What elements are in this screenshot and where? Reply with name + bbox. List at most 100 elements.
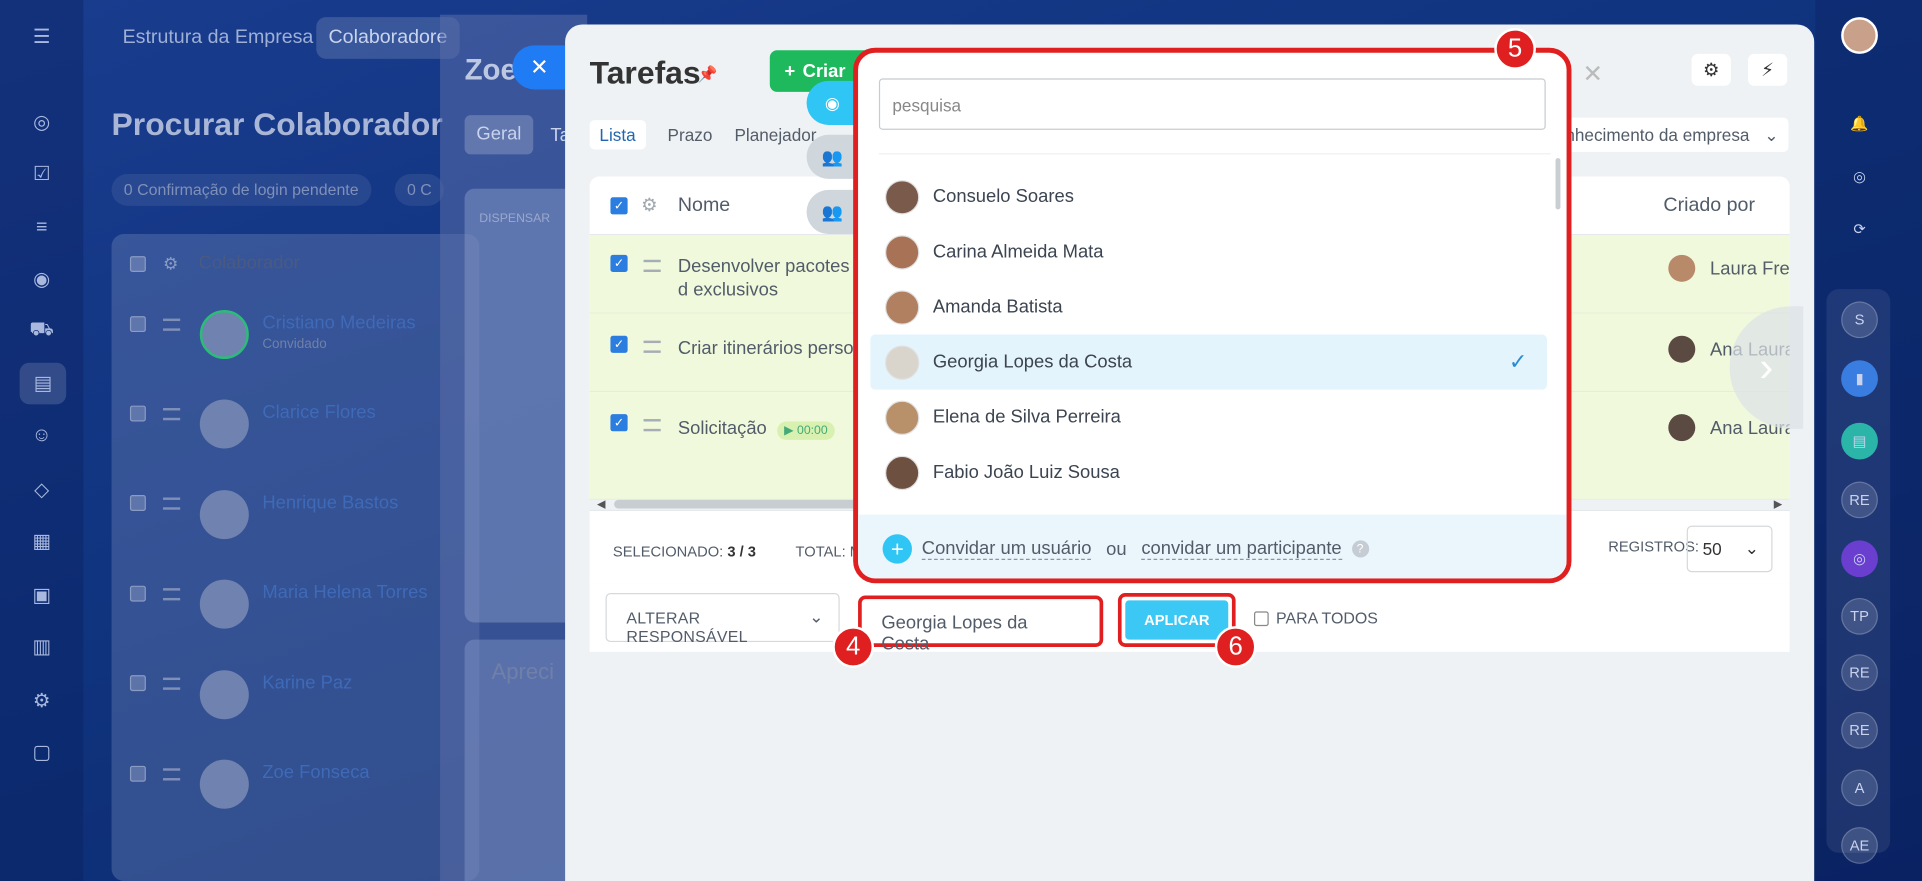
gear-icon[interactable]: ⚙ [641,194,657,216]
settings-icon[interactable]: ⚙ [27,686,56,715]
chart-icon[interactable]: ▥ [27,632,56,661]
employee-name[interactable]: Cristiano Medeiras [262,312,415,333]
user-option[interactable]: Fabio João Luiz Sousa [870,445,1547,500]
row-checkbox[interactable]: ✓ [610,254,628,273]
lightning-icon[interactable]: ⚡ [1747,53,1788,86]
building-icon[interactable]: ▦ [27,527,56,556]
drag-handle-icon[interactable] [163,497,181,510]
column-created-by[interactable]: Criado por [1663,195,1755,217]
users-icon[interactable]: 👥 [806,134,859,179]
gear-icon[interactable]: ⚙ [163,254,178,275]
chat-avatar[interactable]: RE [1841,711,1878,749]
user-option[interactable]: Consuelo Soares [870,169,1547,224]
chat-avatar[interactable]: TP [1841,597,1878,635]
task-name[interactable]: Desenvolver pacotes d exclusivos [678,255,862,302]
scrollbar-thumb[interactable] [614,499,860,509]
feed-icon[interactable]: ◎ [27,108,56,137]
filter-icon[interactable]: ≡ [27,213,56,242]
tasks-icon[interactable]: ☑ [27,159,56,188]
chat-avatar[interactable]: RE [1841,654,1878,692]
or-label: ou [1106,538,1127,560]
drag-handle-icon[interactable] [643,419,661,432]
task-name[interactable]: Criar itinerários person [678,337,874,360]
document-icon[interactable]: ▢ [27,738,56,767]
plus-icon[interactable]: + [882,534,912,564]
chat-avatar[interactable]: A [1841,769,1878,807]
tab-deadline[interactable]: Prazo [668,125,713,145]
avatar[interactable] [1841,17,1878,54]
drag-handle-icon[interactable] [163,408,181,421]
pin-icon[interactable]: 📌 [697,65,717,85]
dismiss-label[interactable]: DISPENSAR [479,212,550,225]
popup-scrollbar[interactable] [1555,158,1561,210]
group-chat-icon[interactable]: ◎ [1841,540,1878,578]
task-timer[interactable]: ▶ 00:00 [776,421,836,440]
target-icon[interactable]: ◎ [1841,158,1878,195]
drag-handle-icon[interactable] [163,588,181,601]
pending-login-filter[interactable]: 0 Confirmação de login pendente [111,173,371,206]
sync-icon[interactable]: ⟳ [1841,211,1878,248]
drag-handle-icon[interactable] [163,677,181,690]
row-checkbox[interactable] [129,495,146,511]
target-icon[interactable]: ◉ [27,265,56,294]
robot-icon[interactable]: ☺ [27,422,56,451]
box-icon[interactable]: ◇ [27,475,56,504]
tab-general[interactable]: Geral [464,115,534,155]
settings-gear-icon[interactable]: ⚙ [1691,53,1731,86]
for-all-checkbox[interactable] [1253,610,1269,626]
user-option-selected[interactable]: Georgia Lopes da Costa ✓ [870,334,1547,390]
chat-avatar[interactable]: AE [1841,827,1878,864]
row-checkbox[interactable] [129,316,146,333]
chat-avatar[interactable]: RE [1841,481,1878,519]
select-all-checkbox[interactable] [129,256,146,273]
employee-name[interactable]: Maria Helena Torres [262,582,427,603]
row-checkbox[interactable]: ✓ [610,414,628,432]
row-checkbox[interactable] [129,765,146,782]
action-select[interactable]: ALTERAR RESPONSÁVEL ⌄ [605,593,840,646]
employee-name[interactable]: Clarice Flores [262,402,375,423]
drag-handle-icon[interactable] [163,318,181,331]
row-checkbox[interactable] [129,675,146,692]
user-search-input[interactable]: pesquisa [878,78,1546,130]
responsible-user-field[interactable]: Georgia Lopes da Costa [858,595,1104,654]
user-option[interactable]: Elena de Silva Perreira [870,390,1547,445]
bell-icon[interactable]: 🔔 [1841,105,1878,142]
row-checkbox[interactable] [129,405,146,422]
tab-company-structure[interactable]: Estrutura da Empresa [110,17,325,59]
groups-icon[interactable]: 👥 [806,189,859,235]
employee-name[interactable]: Karine Paz [262,673,352,694]
tab-planner[interactable]: Planejador [734,125,816,145]
drag-handle-icon[interactable] [643,340,661,353]
row-checkbox[interactable]: ✓ [610,335,628,353]
invite-user-link[interactable]: Convidar um usuário [921,538,1092,560]
close-icon[interactable]: ✕ [512,45,567,90]
page-title: Procurar Colaborador [111,105,443,143]
tab-employees[interactable]: Colaboradore [316,17,460,59]
filter-selector[interactable]: nhecimento da empresa ⌄ [1557,117,1789,152]
chat-avatar[interactable]: S [1841,301,1878,339]
user-option[interactable]: Amanda Batista [870,279,1547,334]
recent-search-icon[interactable]: ◉ [806,80,859,125]
drag-handle-icon[interactable] [163,768,181,781]
clear-search-icon[interactable]: ✕ [1583,59,1604,90]
calendar-icon[interactable]: ▣ [27,581,56,610]
drag-handle-icon[interactable] [643,259,661,273]
per-page-select[interactable]: 50 ⌄ [1686,525,1773,573]
help-icon[interactable]: ? [1351,540,1369,558]
task-creator[interactable]: Laura Freit [1710,259,1790,280]
column-name[interactable]: Nome [678,195,730,217]
user-option[interactable]: Carina Almeida Mata [870,224,1547,279]
chat-icon[interactable]: ▤ [1841,422,1878,460]
menu-icon[interactable]: ☰ [27,22,56,51]
row-checkbox[interactable] [129,585,146,602]
for-all-option[interactable]: PARA TODOS [1253,609,1378,627]
employee-name[interactable]: Zoe Fonseca [262,762,369,783]
tab-list[interactable]: Lista [589,120,646,150]
select-all-checkbox[interactable]: ✓ [610,197,628,215]
employees-icon[interactable]: ▤ [19,362,67,405]
bookmark-icon[interactable]: ▮ [1841,360,1878,397]
invite-participant-link[interactable]: convidar um participante [1141,538,1342,560]
second-filter[interactable]: 0 C [394,173,445,206]
cart-icon[interactable]: ⛟ [27,316,56,345]
employee-name[interactable]: Henrique Bastos [262,493,398,514]
